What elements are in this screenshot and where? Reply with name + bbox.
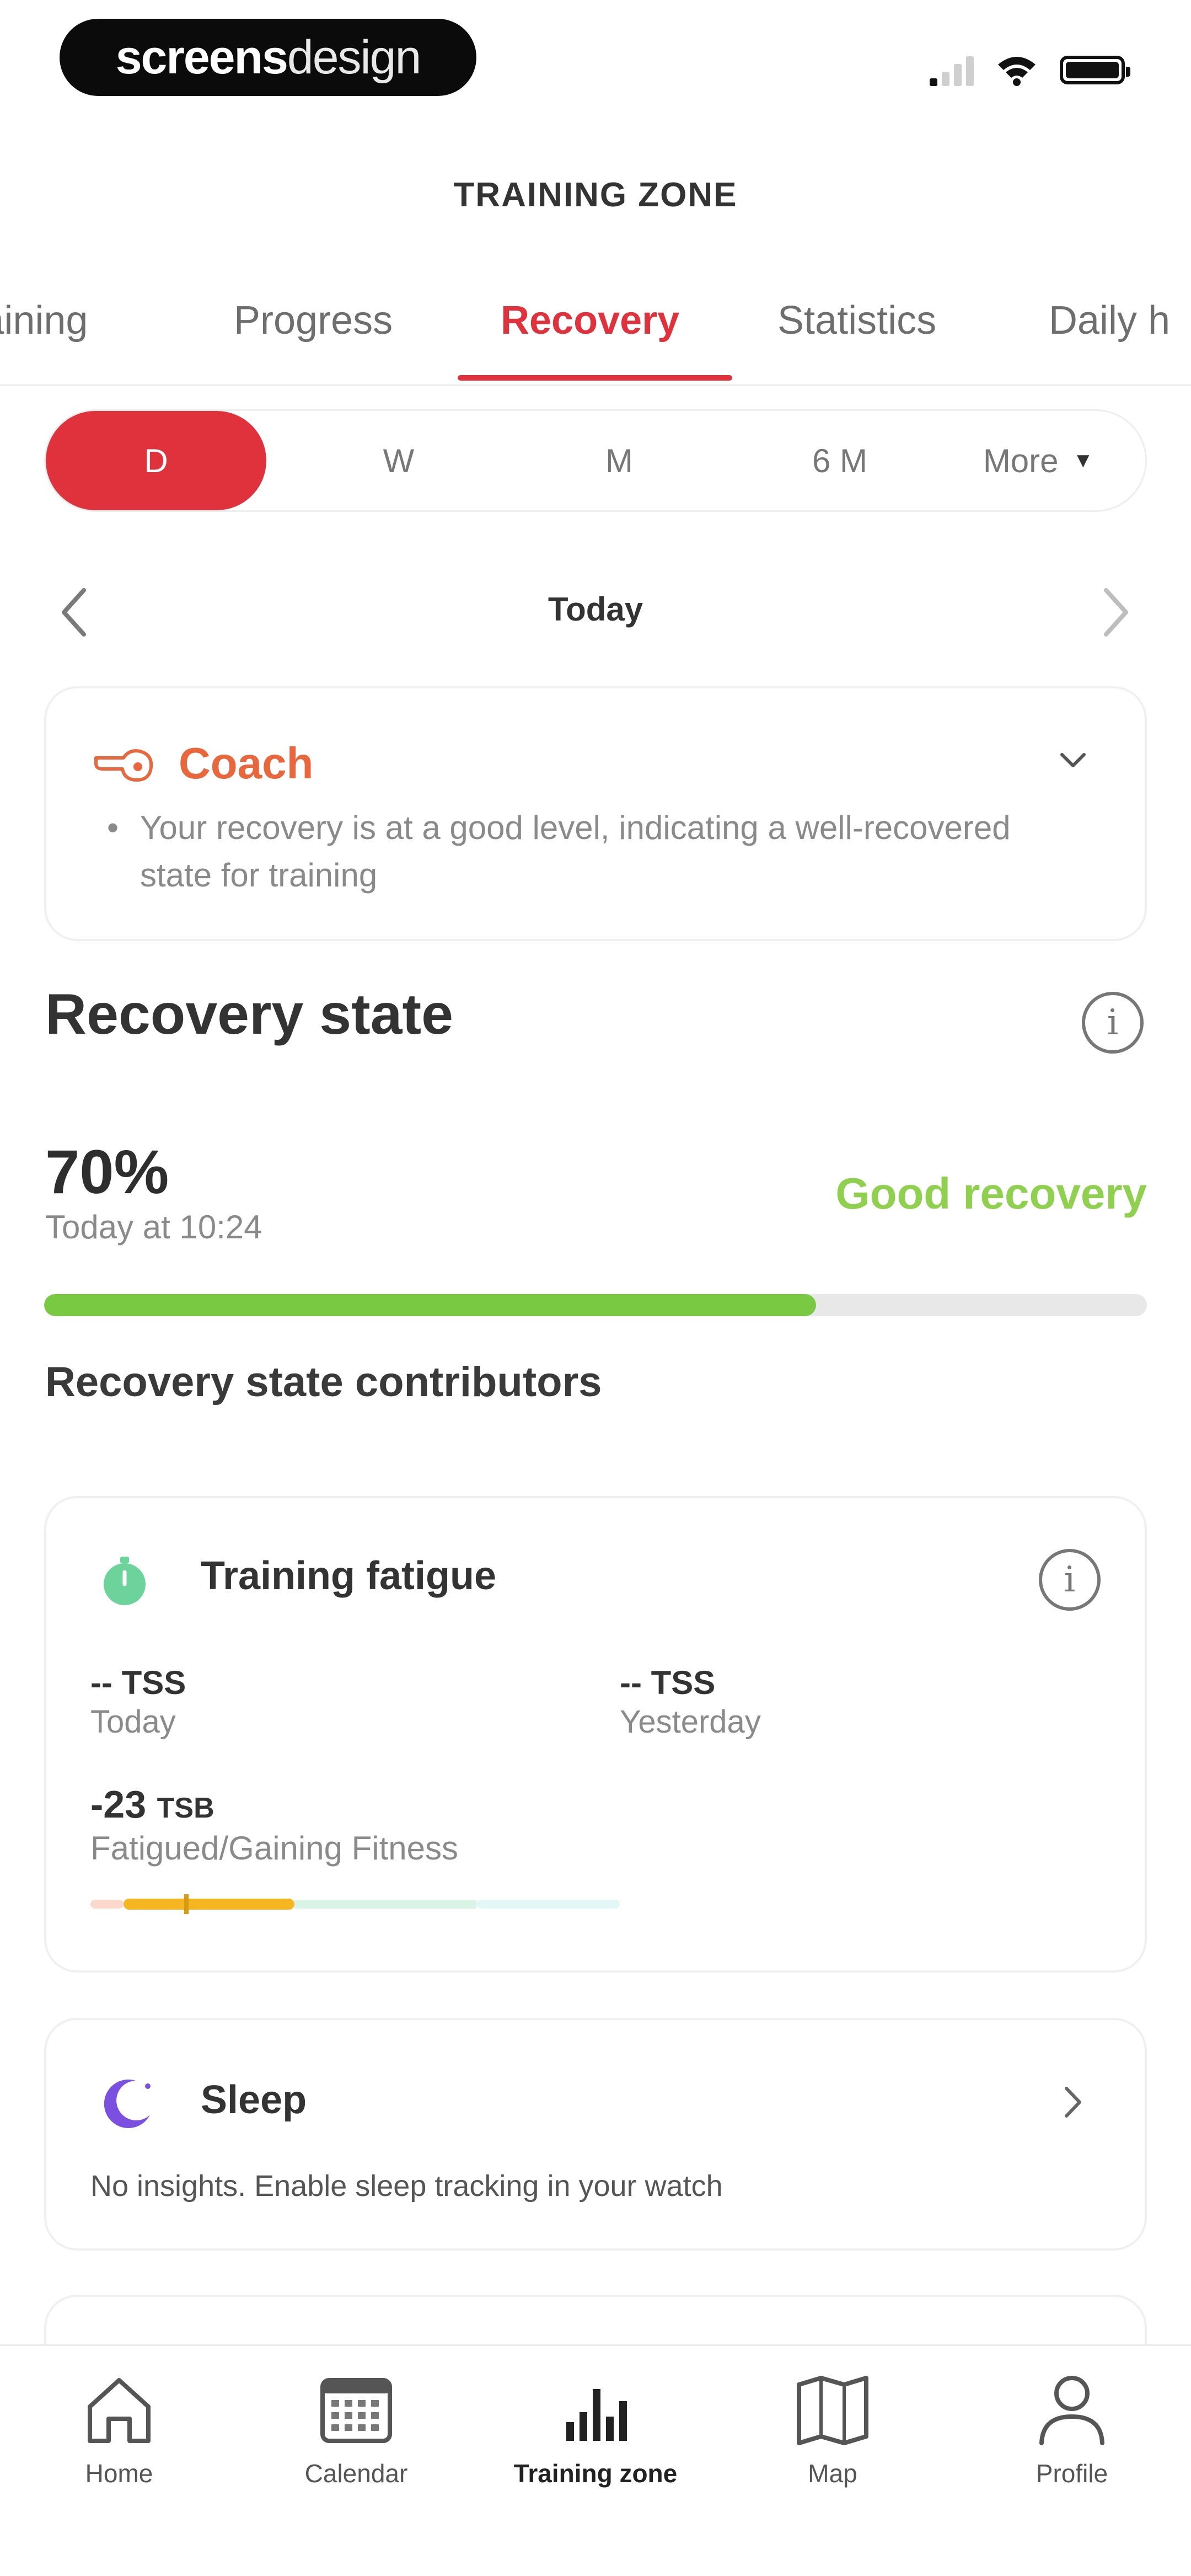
battery-icon (1060, 56, 1130, 84)
nav-profile[interactable]: Profile (973, 2368, 1171, 2488)
period-day-button[interactable]: D (46, 411, 266, 510)
profile-icon (1039, 2376, 1104, 2445)
tsb-scale (90, 1894, 620, 1914)
tab-bar: Training Progress Recovery Statistics Da… (0, 287, 1191, 386)
caret-down-icon: ▼ (1072, 448, 1094, 472)
moon-icon (104, 2079, 151, 2128)
sleep-title: Sleep (201, 2078, 307, 2122)
tsb-marker (184, 1894, 189, 1914)
page-title: TRAINING ZONE (453, 176, 738, 214)
tsb-number: -23 (90, 1783, 147, 1826)
tab-statistics[interactable]: Statistics (777, 298, 936, 343)
nav-home[interactable]: Home (20, 2368, 218, 2488)
tab-daily[interactable]: Daily h (1049, 298, 1170, 343)
brand-logo: screens design (60, 19, 476, 96)
period-more-label: More (983, 442, 1059, 479)
nav-calendar-label: Calendar (304, 2459, 408, 2488)
bar-chart-icon (566, 2389, 627, 2441)
recovery-status: Good recovery (835, 1169, 1147, 1218)
tab-active-indicator (458, 375, 732, 381)
period-more-button[interactable]: More ▼ (939, 411, 1138, 510)
map-icon (797, 2376, 868, 2445)
period-month-button[interactable]: M (531, 411, 707, 510)
tab-recovery[interactable]: Recovery (501, 298, 679, 343)
home-icon (88, 2378, 151, 2443)
tab-training[interactable]: Training (0, 298, 88, 343)
tab-progress[interactable]: Progress (234, 298, 393, 343)
next-day-button[interactable] (1099, 585, 1133, 640)
tsb-value: -23 TSB (90, 1782, 214, 1826)
chevron-right-icon[interactable] (1056, 2083, 1090, 2121)
coach-title: Coach (179, 739, 314, 788)
recovery-percentage: 70% (45, 1137, 169, 1206)
nav-map-label: Map (808, 2459, 857, 2488)
nav-calendar[interactable]: Calendar (257, 2368, 455, 2488)
date-navigator: Today (0, 574, 1191, 645)
tss-today-value: -- TSS (90, 1664, 186, 1701)
brand-logo-bold: screens (115, 30, 288, 84)
recovery-progress-fill (44, 1294, 816, 1316)
wifi-icon (998, 57, 1036, 86)
tss-yesterday-label: Yesterday (620, 1704, 761, 1740)
training-fatigue-title: Training fatigue (201, 1554, 497, 1598)
recovery-state-title: Recovery state (45, 982, 453, 1046)
bottom-navigation: Home Calendar Training zone Map Profile (0, 2344, 1191, 2576)
recovery-timestamp: Today at 10:24 (45, 1209, 262, 1246)
training-fatigue-card[interactable]: Training fatigue i -- TSS Today -- TSS Y… (44, 1496, 1147, 1973)
sleep-message: No insights. Enable sleep tracking in yo… (90, 2169, 723, 2203)
period-selector: D W M 6 M More ▼ (44, 409, 1147, 512)
date-label: Today (548, 591, 643, 628)
signal-icon (930, 54, 974, 86)
system-icons (930, 51, 1130, 89)
tsb-status-label: Fatigued/Gaining Fitness (90, 1830, 459, 1867)
nav-profile-label: Profile (1036, 2459, 1108, 2488)
tsb-unit: TSB (157, 1792, 214, 1824)
contributors-title: Recovery state contributors (45, 1359, 602, 1405)
coach-message: Your recovery is at a good level, indica… (107, 804, 1044, 899)
status-bar: screens design (0, 0, 1191, 116)
sleep-card[interactable]: Sleep No insights. Enable sleep tracking… (44, 2018, 1147, 2251)
nav-map[interactable]: Map (733, 2368, 932, 2488)
info-icon[interactable]: i (1082, 992, 1144, 1054)
period-6month-button[interactable]: 6 M (752, 411, 928, 510)
tss-today-label: Today (90, 1704, 176, 1740)
recovery-progress-bar (44, 1294, 1147, 1316)
chevron-down-icon[interactable] (1056, 744, 1090, 777)
info-icon[interactable]: i (1039, 1549, 1101, 1611)
coach-card[interactable]: Coach Your recovery is at a good level, … (44, 686, 1147, 941)
tss-yesterday-value: -- TSS (620, 1664, 716, 1701)
whistle-icon (94, 749, 153, 782)
brand-logo-light: design (287, 30, 421, 84)
nav-home-label: Home (85, 2459, 153, 2488)
period-week-button[interactable]: W (310, 411, 487, 510)
nav-training-zone[interactable]: Training zone (496, 2368, 695, 2488)
nav-training-zone-label: Training zone (513, 2459, 678, 2488)
coach-header: Coach (90, 738, 314, 789)
calendar-icon (320, 2378, 392, 2443)
stopwatch-icon (104, 1557, 146, 1605)
